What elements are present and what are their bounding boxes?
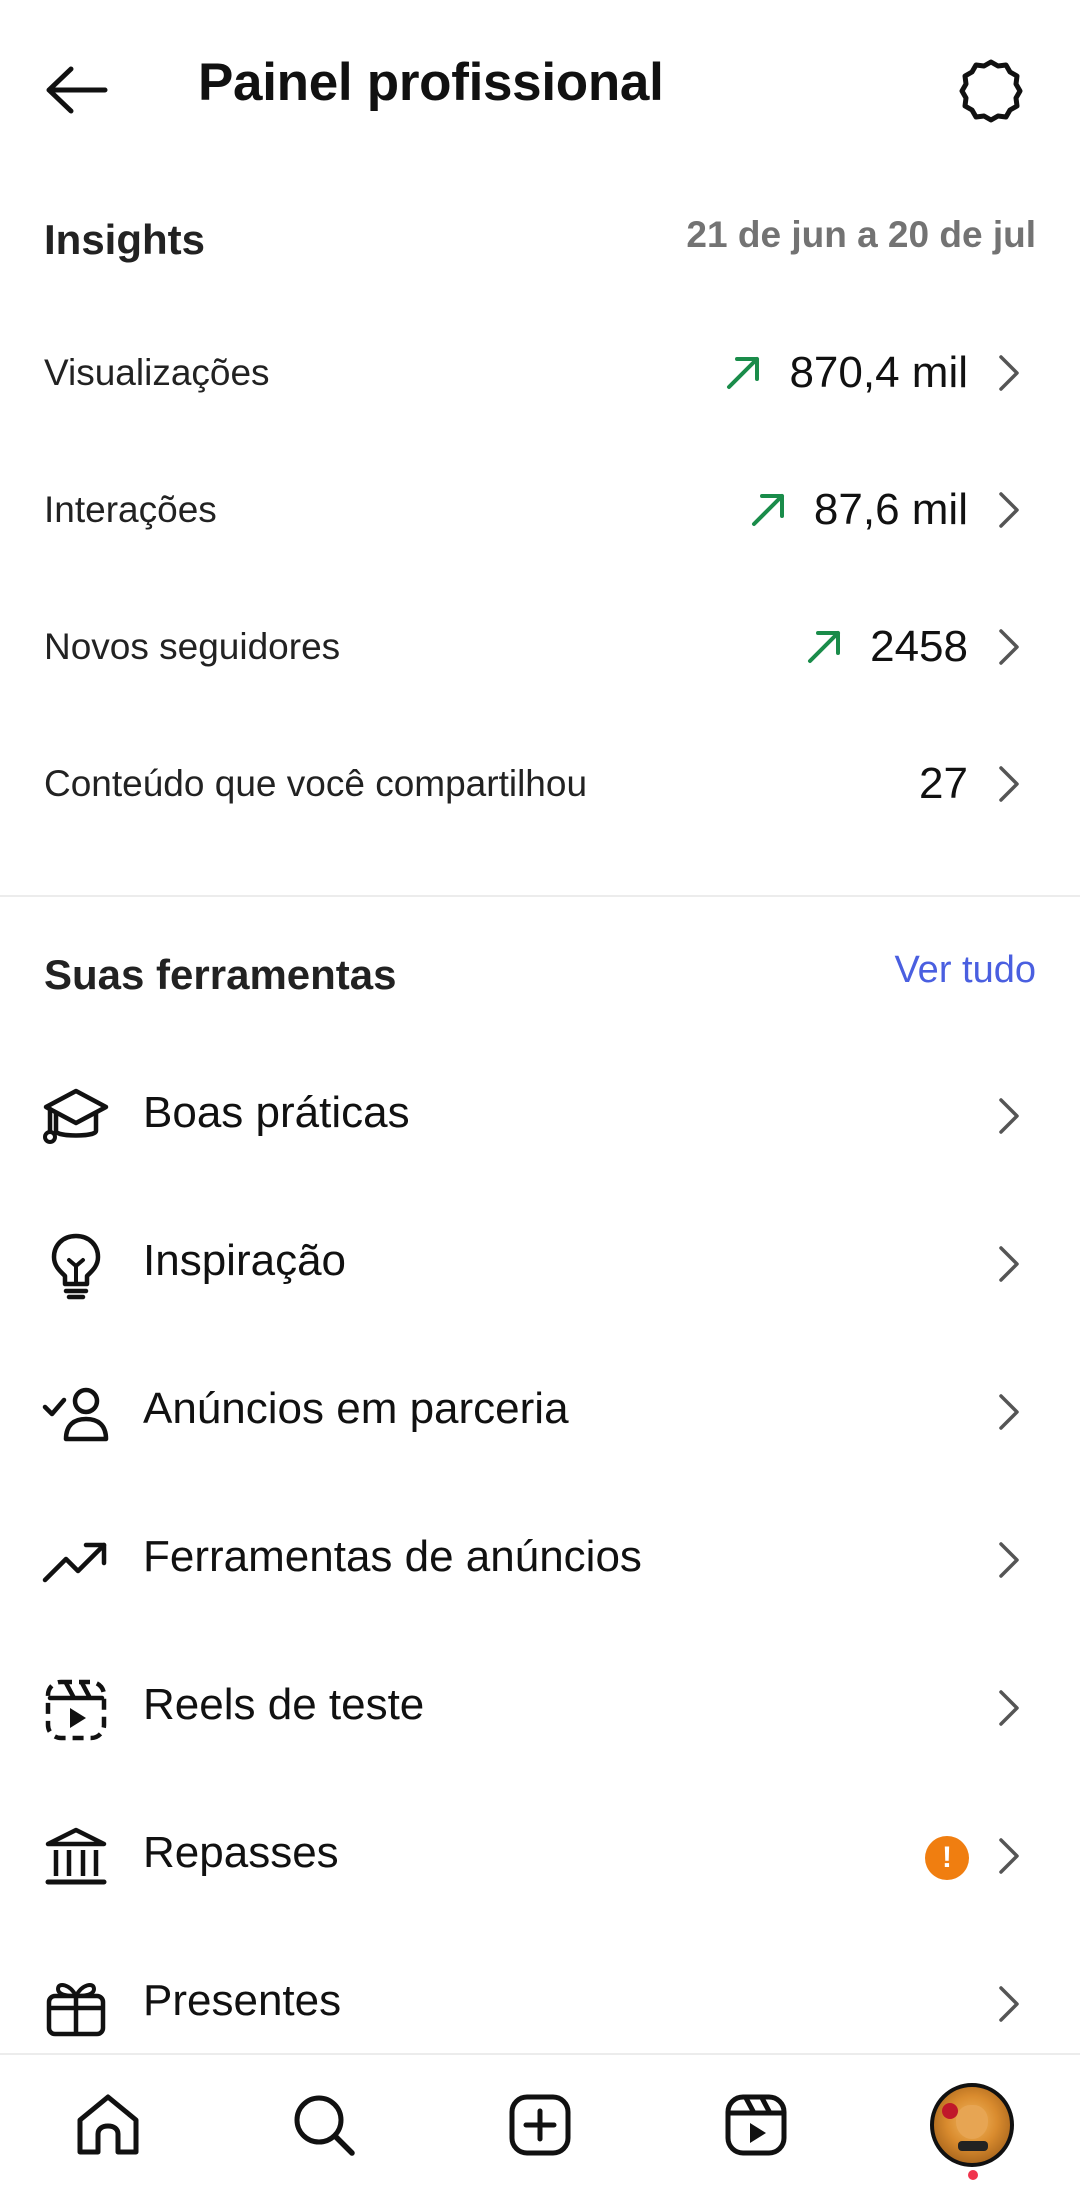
- avatar: [930, 2083, 1014, 2167]
- section-divider: [0, 895, 1080, 897]
- metric-row-shared-content[interactable]: Conteúdo que você compartilhou 27: [0, 724, 1080, 844]
- tool-item-trial-reels[interactable]: Reels de teste: [0, 1642, 1080, 1772]
- metric-label: Conteúdo que você compartilhou: [44, 763, 588, 804]
- chevron-right-icon: [994, 1984, 1024, 2024]
- chevron-right-icon: [994, 490, 1024, 530]
- metric-value: 2458: [870, 622, 968, 671]
- metric-row-views[interactable]: Visualizações 870,4 mil: [0, 313, 1080, 433]
- nav-create[interactable]: [492, 2077, 588, 2173]
- metric-value: 87,6 mil: [813, 485, 968, 534]
- nav-search[interactable]: [276, 2077, 372, 2173]
- insights-header: Insights 21 de jun a 20 de jul: [44, 210, 1036, 270]
- tool-label: Reels de teste: [143, 1680, 425, 1729]
- chevron-right-icon: [994, 627, 1024, 667]
- reels-icon: [725, 2094, 787, 2156]
- tool-label: Inspiração: [143, 1236, 347, 1285]
- top-bar: Painel profissional: [0, 0, 1080, 175]
- chevron-right-icon: [994, 1688, 1024, 1728]
- back-button[interactable]: [36, 50, 116, 130]
- nav-profile[interactable]: [924, 2077, 1020, 2173]
- date-range[interactable]: 21 de jun a 20 de jul: [686, 214, 1036, 256]
- chevron-right-icon: [994, 764, 1024, 804]
- arrow-left-icon: [46, 66, 108, 114]
- nav-home[interactable]: [60, 2077, 156, 2173]
- tool-label: Presentes: [143, 1976, 342, 2025]
- metric-value: 27: [919, 759, 968, 808]
- tool-item-payouts[interactable]: Repasses !: [0, 1790, 1080, 1920]
- rose: [942, 2103, 958, 2119]
- metric-row-new-followers[interactable]: Novos seguidores 2458: [0, 587, 1080, 707]
- tool-item-partnership-ads[interactable]: Anúncios em parceria: [0, 1346, 1080, 1476]
- tool-label: Ferramentas de anúncios: [143, 1532, 642, 1581]
- graduation-cap-icon: [40, 1082, 112, 1154]
- search-icon: [294, 2095, 355, 2156]
- page-title: Painel profissional: [198, 53, 664, 112]
- bank-icon: [40, 1822, 112, 1894]
- chevron-right-icon: [994, 1540, 1024, 1580]
- tool-item-gifts[interactable]: Presentes: [0, 1938, 1080, 2068]
- chevron-right-icon: [994, 1836, 1024, 1876]
- see-all-link[interactable]: Ver tudo: [894, 949, 1036, 992]
- partner-check-icon: [40, 1378, 112, 1450]
- chevron-right-icon: [994, 353, 1024, 393]
- chevron-right-icon: [994, 1244, 1024, 1284]
- lightbulb-icon: [40, 1230, 112, 1302]
- nav-reels[interactable]: [708, 2077, 804, 2173]
- metric-row-interactions[interactable]: Interações 87,6 mil: [0, 450, 1080, 570]
- gear-icon: [959, 59, 1023, 123]
- tool-item-inspiration[interactable]: Inspiração: [0, 1198, 1080, 1328]
- chevron-right-icon: [994, 1392, 1024, 1432]
- metric-label: Interações: [44, 489, 217, 530]
- bottom-navigation: [0, 2053, 1080, 2203]
- metric-value: 870,4 mil: [789, 348, 968, 397]
- reels-trial-icon: [40, 1674, 112, 1746]
- metric-label: Novos seguidores: [44, 626, 341, 667]
- alert-badge: !: [925, 1836, 969, 1880]
- create-icon: [509, 2094, 571, 2156]
- home-icon: [77, 2094, 139, 2155]
- insights-title: Insights: [44, 216, 206, 263]
- trend-up-icon: [804, 627, 844, 667]
- tool-label: Repasses: [143, 1828, 339, 1877]
- tools-header: Suas ferramentas Ver tudo: [44, 945, 1036, 1005]
- tool-label: Anúncios em parceria: [143, 1384, 569, 1433]
- tool-label: Boas práticas: [143, 1088, 410, 1137]
- tool-item-best-practices[interactable]: Boas práticas: [0, 1050, 1080, 1180]
- dog-face: [956, 2105, 988, 2139]
- tool-item-ad-tools[interactable]: Ferramentas de anúncios: [0, 1494, 1080, 1624]
- bow-tie: [958, 2141, 988, 2151]
- trend-up-icon: [723, 353, 763, 393]
- trending-up-icon: [40, 1526, 112, 1598]
- metric-label: Visualizações: [44, 352, 270, 393]
- notification-dot: [968, 2170, 978, 2180]
- settings-button[interactable]: [950, 50, 1032, 132]
- tools-title: Suas ferramentas: [44, 951, 397, 998]
- trend-up-icon: [748, 490, 788, 530]
- gift-icon: [40, 1970, 112, 2042]
- chevron-right-icon: [994, 1096, 1024, 1136]
